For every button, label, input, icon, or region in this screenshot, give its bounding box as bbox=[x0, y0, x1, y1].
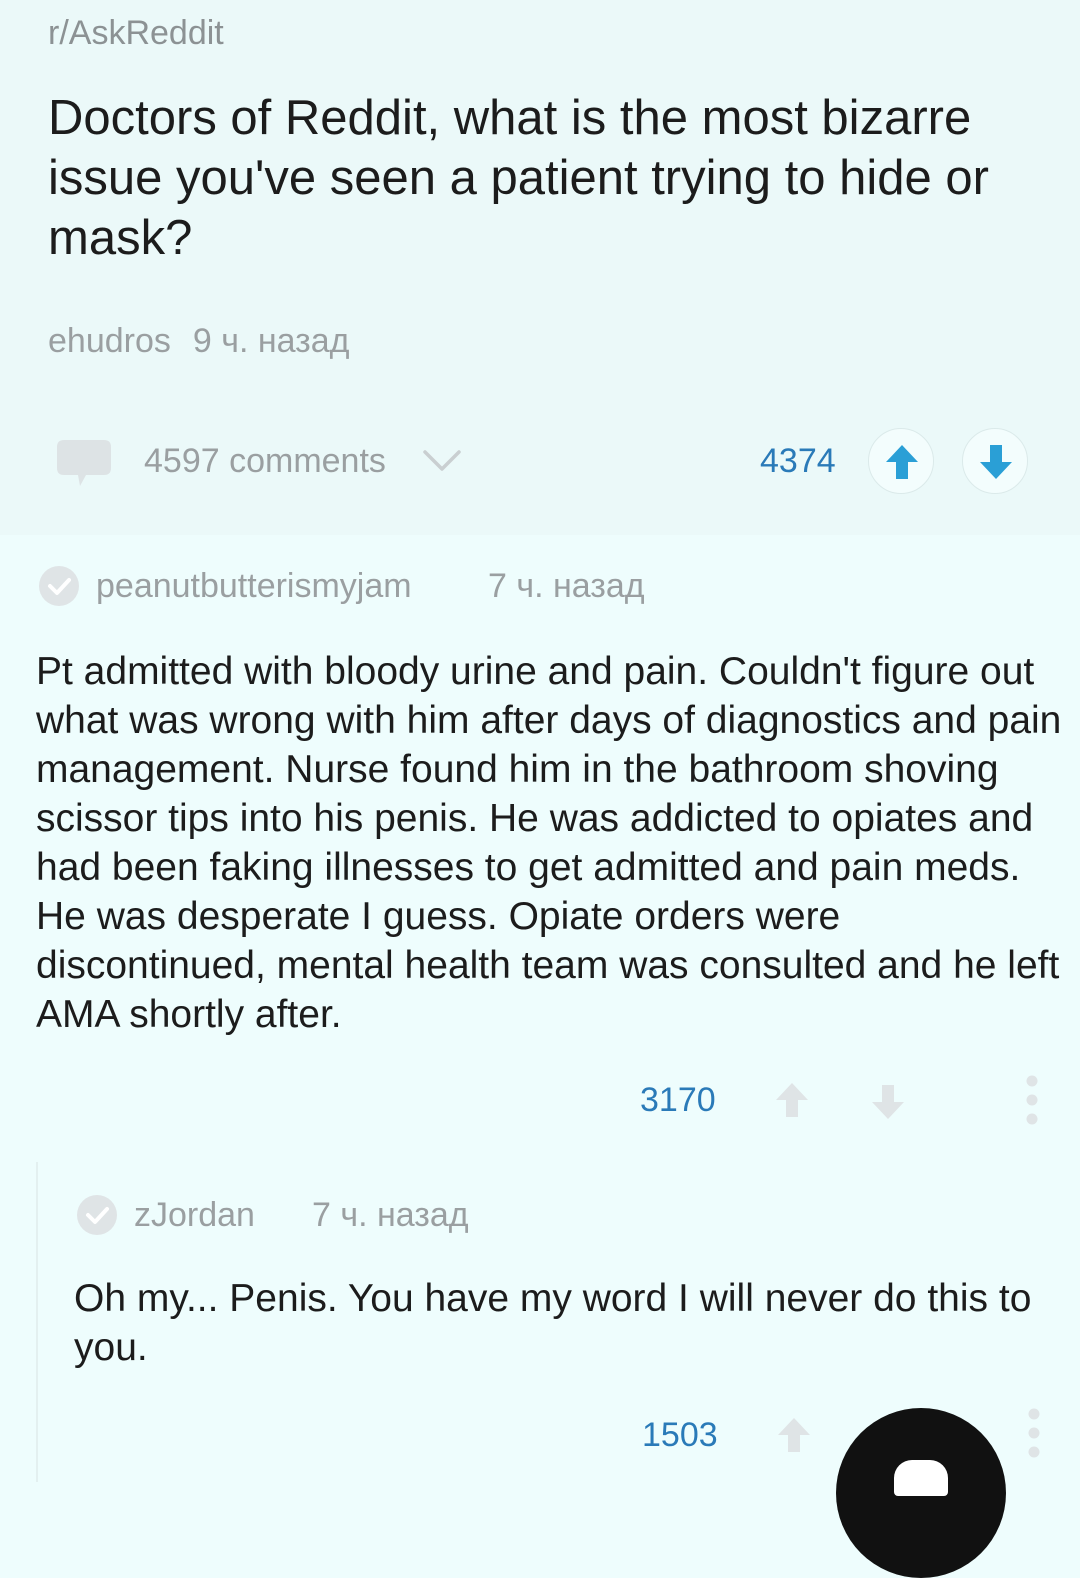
comment-body: Oh my... Penis. You have my word I will … bbox=[74, 1277, 1032, 1369]
comment-score: 3170 bbox=[640, 1081, 716, 1119]
subreddit-link[interactable]: r/AskReddit bbox=[48, 14, 224, 53]
more-vertical-icon[interactable] bbox=[1022, 1408, 1046, 1458]
floating-action-button[interactable] bbox=[836, 1408, 1006, 1578]
post-header: r/AskReddit Doctors of Reddit, what is t… bbox=[0, 0, 1080, 535]
more-vertical-icon[interactable] bbox=[1020, 1075, 1044, 1125]
comment-score: 1503 bbox=[642, 1416, 718, 1454]
arrow-up-icon[interactable] bbox=[774, 1081, 810, 1119]
arrow-up-icon bbox=[886, 445, 918, 479]
post-score: 4374 bbox=[760, 442, 836, 480]
comment-author[interactable]: zJordan bbox=[134, 1196, 255, 1235]
checkmark-circle-icon bbox=[39, 566, 79, 606]
arrow-down-icon bbox=[980, 445, 1012, 479]
arrow-up-icon[interactable] bbox=[776, 1416, 812, 1454]
post-meta: ehudros 9 ч. назад bbox=[48, 322, 349, 361]
post-author[interactable]: ehudros bbox=[48, 322, 171, 360]
checkmark-circle-icon bbox=[77, 1195, 117, 1235]
comment: peanutbutterismyjam 7 ч. назад Pt admitt… bbox=[0, 545, 1080, 1145]
arrow-down-icon[interactable] bbox=[870, 1083, 906, 1121]
post-downvote-button[interactable] bbox=[962, 428, 1028, 494]
post-action-bar: 4597 comments 4374 bbox=[0, 420, 1080, 510]
comment-time: 7 ч. назад bbox=[488, 567, 645, 605]
post-time: 9 ч. назад bbox=[192, 322, 350, 360]
comments-count[interactable]: 4597 comments bbox=[144, 442, 386, 481]
comment-time: 7 ч. назад bbox=[312, 1196, 469, 1234]
fab-icon bbox=[894, 1460, 948, 1496]
post-title[interactable]: Doctors of Reddit, what is the most biza… bbox=[48, 88, 1038, 268]
comment-body: Pt admitted with bloody urine and pain. … bbox=[36, 650, 1062, 1036]
post-upvote-button[interactable] bbox=[868, 428, 934, 494]
chevron-down-icon[interactable] bbox=[422, 448, 462, 474]
comment-author[interactable]: peanutbutterismyjam bbox=[96, 567, 412, 606]
speech-bubble-icon[interactable] bbox=[56, 438, 112, 488]
